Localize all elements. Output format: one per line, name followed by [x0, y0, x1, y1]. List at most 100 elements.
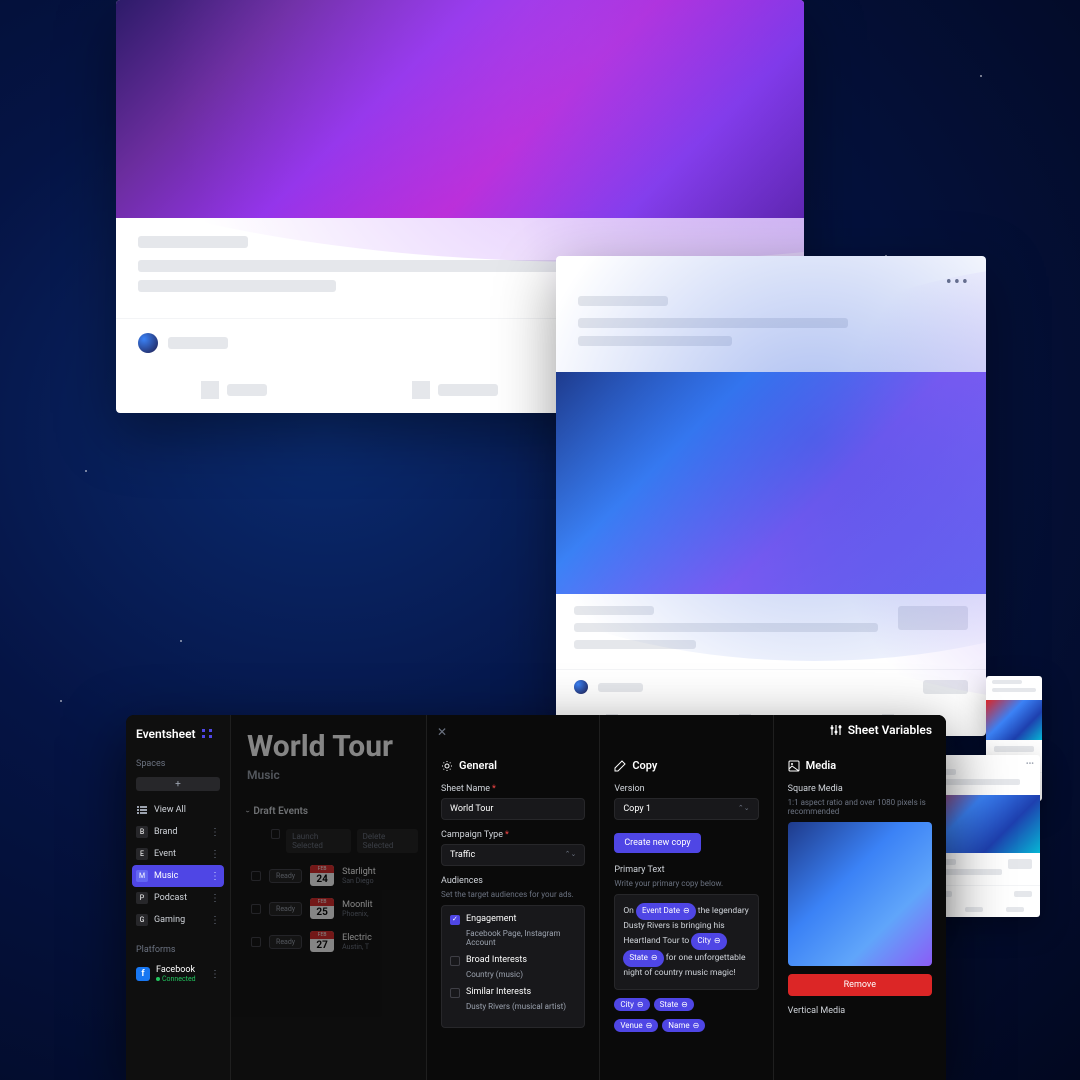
event-name: Electric: [342, 933, 372, 943]
event-name: Moonlit: [342, 900, 372, 910]
preview-card-medium: •••: [556, 256, 986, 736]
audience-engagement[interactable]: Engagement: [450, 914, 576, 925]
var-chip-venue[interactable]: Venue: [614, 1019, 658, 1032]
audiences-label: Audiences: [441, 876, 585, 886]
more-icon[interactable]: •••: [1026, 759, 1034, 768]
media-column: Media Square Media 1:1 aspect ratio and …: [774, 715, 946, 1080]
general-column: General Sheet Name* World Tour Campaign …: [427, 715, 600, 1080]
sidebar-item-label: Brand: [154, 827, 177, 837]
footer-action: [412, 381, 498, 399]
close-icon[interactable]: ✕: [437, 725, 447, 739]
pencil-icon: [614, 760, 626, 772]
event-row[interactable]: Ready FEB25 MoonlitPhoenix,: [247, 898, 418, 919]
column-header-media: Media: [788, 759, 932, 772]
space-icon: P: [136, 892, 148, 904]
primary-text-editor[interactable]: On Event Date the legendary Dusty Rivers…: [614, 894, 758, 990]
var-chip-state[interactable]: State: [654, 998, 694, 1011]
more-icon[interactable]: ⋮: [210, 849, 220, 860]
square-media-preview[interactable]: [788, 822, 932, 966]
var-chip-name[interactable]: Name: [662, 1019, 705, 1032]
sidebar-item-label: Podcast: [154, 893, 187, 903]
more-icon[interactable]: ⋮: [210, 827, 220, 838]
more-icon[interactable]: ⋮: [210, 915, 220, 926]
square-media-label: Square Media: [788, 784, 932, 794]
sheet-name-input[interactable]: World Tour: [441, 798, 585, 820]
checkbox-icon[interactable]: [450, 956, 460, 966]
platform-status: Connected: [156, 975, 196, 983]
column-header-general: General: [441, 759, 585, 772]
sidebar-item-podcast[interactable]: P Podcast ⋮: [126, 887, 230, 909]
event-location: Phoenix,: [342, 910, 372, 918]
sidebar-item-event[interactable]: EEvent⋮: [126, 843, 230, 865]
event-row[interactable]: Ready FEB27 ElectricAustin, T: [247, 931, 418, 952]
launch-selected-button[interactable]: Launch Selected: [286, 829, 351, 853]
event-name: Starlight: [342, 867, 376, 877]
add-space-button[interactable]: +: [136, 777, 220, 791]
event-location: Austin, T: [342, 943, 372, 951]
app-logo: Eventsheet: [126, 727, 230, 755]
vertical-media-label: Vertical Media: [788, 1006, 932, 1016]
sliders-icon: [830, 724, 842, 736]
sidebar-item-label: View All: [154, 805, 186, 815]
select-all-checkbox[interactable]: [271, 829, 280, 839]
event-checkbox[interactable]: [251, 871, 261, 881]
checkbox-icon[interactable]: [450, 988, 460, 998]
event-location: San Diego: [342, 877, 376, 885]
footer-action: [201, 381, 267, 399]
gear-icon: [441, 760, 453, 772]
platform-name: Facebook: [156, 965, 196, 975]
sidebar-item-gaming[interactable]: GGaming⋮: [126, 909, 230, 931]
section-label-platforms: Platforms: [126, 941, 230, 959]
audience-similar[interactable]: Similar Interests: [450, 987, 576, 998]
version-label: Version: [614, 784, 758, 794]
section-label-spaces: Spaces: [126, 755, 230, 773]
more-icon[interactable]: ⋮: [210, 969, 220, 980]
delete-selected-button[interactable]: Delete Selected: [357, 829, 418, 853]
status-badge: Ready: [269, 869, 302, 883]
space-icon: M: [136, 870, 148, 882]
more-icon[interactable]: ⋮: [210, 871, 220, 882]
audiences-hint: Set the target audiences for your ads.: [441, 890, 585, 899]
campaign-type-select[interactable]: Traffic: [441, 844, 585, 866]
event-checkbox[interactable]: [251, 904, 261, 914]
sidebar: Eventsheet Spaces + View All BBrand⋮ EEv…: [126, 715, 231, 1080]
main-area: World Tour Music ›Draft Events Launch Se…: [231, 715, 946, 1080]
more-icon[interactable]: ⋮: [210, 893, 220, 904]
event-checkbox[interactable]: [251, 937, 261, 947]
sidebar-item-viewall[interactable]: View All: [126, 799, 230, 821]
sidebar-item-brand[interactable]: BBrand⋮: [126, 821, 230, 843]
skeleton-line: [138, 280, 336, 292]
avatar: [574, 680, 588, 694]
sidebar-item-label: Music: [154, 871, 178, 881]
remove-media-button[interactable]: Remove: [788, 974, 932, 996]
list-icon: [136, 804, 148, 816]
campaign-type-label: Campaign Type*: [441, 830, 585, 840]
sheet-variables-panel: ✕ Sheet Variables General Sheet Name* Wo…: [426, 715, 946, 1080]
date-badge: FEB27: [310, 931, 334, 952]
hero-image: [116, 0, 804, 218]
page-subtitle: Music: [247, 768, 418, 782]
sidebar-item-label: Event: [154, 849, 176, 859]
copy-column: Copy Version Copy 1 Create new copy Prim…: [600, 715, 773, 1080]
audience-sub: Country (music): [466, 970, 576, 979]
platform-facebook[interactable]: f Facebook Connected ⋮: [126, 959, 230, 989]
version-select[interactable]: Copy 1: [614, 798, 758, 820]
column-header-copy: Copy: [614, 759, 758, 772]
var-chip-city[interactable]: City: [691, 933, 726, 950]
status-badge: Ready: [269, 935, 302, 949]
image-icon: [788, 760, 800, 772]
checkbox-icon[interactable]: [450, 915, 460, 925]
draft-events-header[interactable]: ›Draft Events: [247, 806, 418, 817]
var-chip-event-date[interactable]: Event Date: [636, 903, 696, 920]
var-chip-state[interactable]: State: [623, 950, 663, 967]
create-copy-button[interactable]: Create new copy: [614, 833, 700, 853]
hero-image: [986, 700, 1042, 740]
event-row[interactable]: Ready FEB24 StarlightSan Diego: [247, 865, 418, 886]
audience-broad[interactable]: Broad Interests: [450, 955, 576, 966]
hero-image: [556, 372, 986, 594]
sidebar-item-music[interactable]: M Music ⋮: [132, 865, 224, 887]
var-chip-city[interactable]: City: [614, 998, 649, 1011]
primary-text-hint: Write your primary copy below.: [614, 879, 758, 888]
date-badge: FEB25: [310, 898, 334, 919]
sidebar-item-label: Gaming: [154, 915, 185, 925]
